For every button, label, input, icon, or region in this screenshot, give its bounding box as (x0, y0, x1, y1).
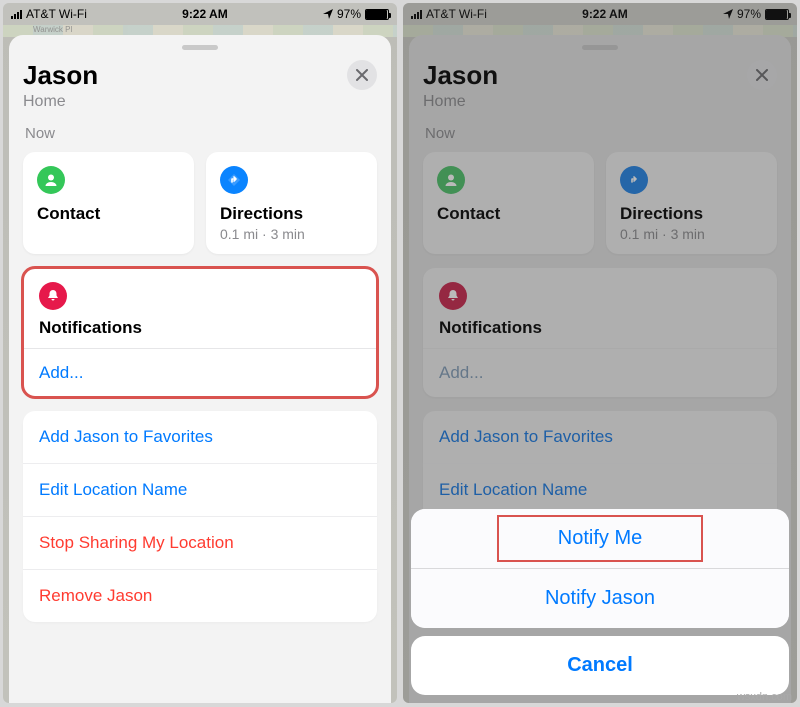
location-arrow-icon (323, 9, 333, 19)
edit-location-name-button[interactable]: Edit Location Name (23, 464, 377, 517)
notify-me-button[interactable]: Notify Me (411, 509, 789, 569)
contact-tile-label: Contact (37, 204, 180, 224)
notifications-add-button[interactable]: Add... (23, 349, 377, 397)
directions-icon (220, 166, 248, 194)
action-sheet-overlay[interactable]: Notify Me Notify Jason Cancel (403, 3, 797, 703)
person-name: Jason (23, 60, 98, 91)
close-icon (356, 69, 368, 81)
clock: 9:22 AM (182, 7, 228, 21)
phone-screenshot-left: AT&T Wi-Fi 9:22 AM 97% Warwick Pl Jason … (3, 3, 397, 703)
stop-sharing-location-button[interactable]: Stop Sharing My Location (23, 517, 377, 570)
timestamp-label: Now (25, 125, 377, 142)
status-bar: AT&T Wi-Fi 9:22 AM 97% (3, 3, 397, 25)
bell-icon (39, 282, 67, 310)
location-label: Home (23, 93, 98, 111)
action-sheet: Notify Me Notify Jason (411, 509, 789, 628)
remove-person-button[interactable]: Remove Jason (23, 570, 377, 622)
close-button[interactable] (347, 60, 377, 90)
notifications-card: Notifications Add... (23, 268, 377, 397)
contact-tile[interactable]: Contact (23, 152, 194, 254)
add-to-favorites-button[interactable]: Add Jason to Favorites (23, 411, 377, 464)
person-detail-sheet: Jason Home Now Contact (9, 35, 391, 703)
directions-tile[interactable]: Directions 0.1 mi · 3 min (206, 152, 377, 254)
sheet-grabber[interactable] (182, 45, 218, 50)
directions-tile-label: Directions (220, 204, 363, 224)
carrier-label: AT&T Wi-Fi (26, 7, 87, 21)
battery-pct: 97% (337, 7, 361, 21)
contact-icon (37, 166, 65, 194)
phone-screenshot-right: AT&T Wi-Fi 9:22 AM 97% Jason Home (403, 3, 797, 703)
action-list: Add Jason to Favorites Edit Location Nam… (23, 411, 377, 622)
signal-icon (11, 9, 22, 19)
directions-tile-meta: 0.1 mi · 3 min (220, 226, 363, 242)
watermark: wsxdn.com (737, 691, 792, 703)
cancel-button[interactable]: Cancel (411, 636, 789, 695)
battery-icon (365, 9, 389, 20)
notifications-card-label: Notifications (39, 318, 361, 338)
notify-person-button[interactable]: Notify Jason (411, 569, 789, 628)
